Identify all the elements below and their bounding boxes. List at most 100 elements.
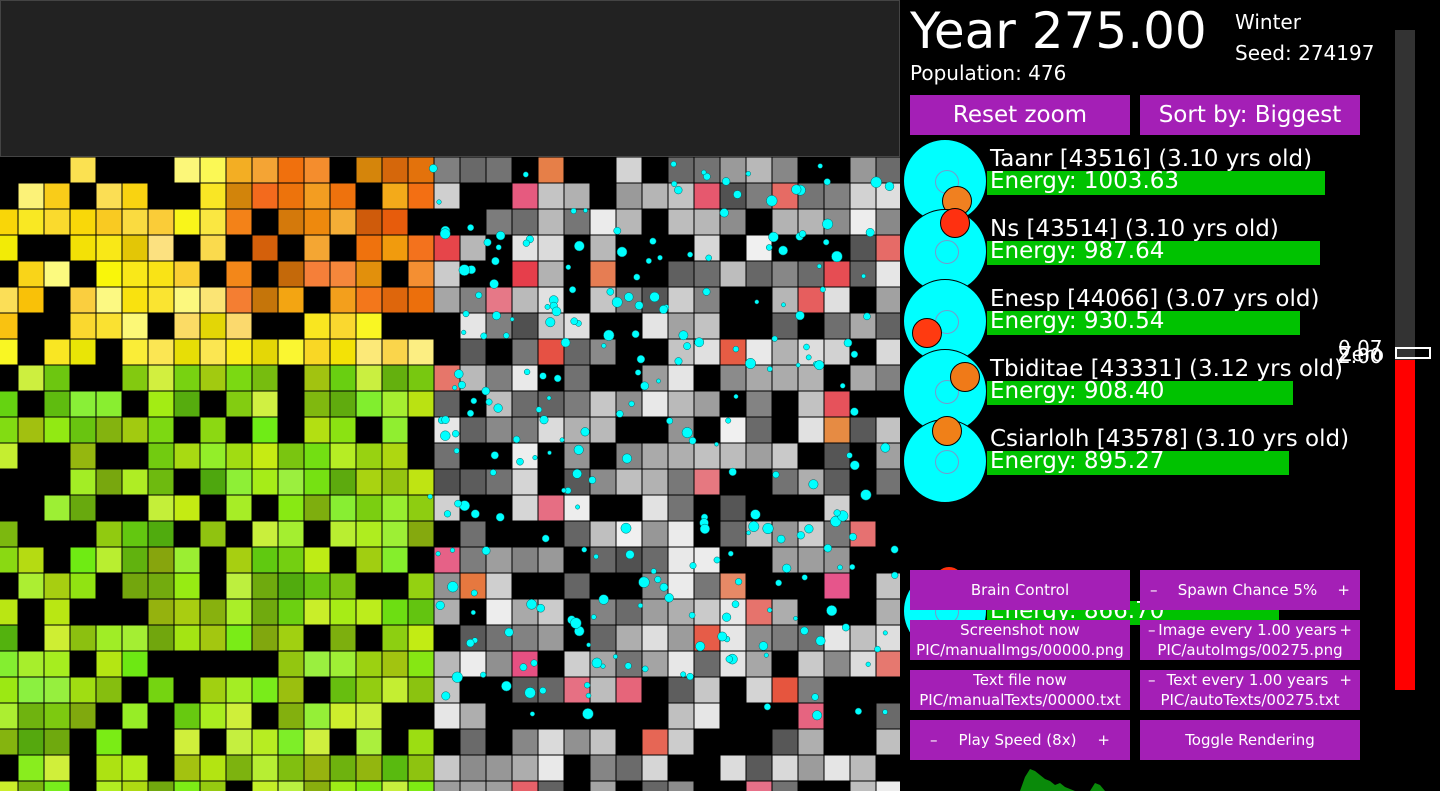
- sort-by-button[interactable]: Sort by: Biggest: [1140, 95, 1360, 135]
- creature-marker[interactable]: [664, 593, 674, 603]
- creature-marker[interactable]: [523, 368, 531, 376]
- creature-marker[interactable]: [811, 693, 819, 701]
- creature-marker[interactable]: [882, 709, 888, 715]
- creature-marker[interactable]: [489, 469, 497, 476]
- creature-marker[interactable]: [539, 415, 549, 425]
- creature-marker[interactable]: [745, 171, 751, 177]
- creature-marker[interactable]: [808, 479, 819, 490]
- creature-marker[interactable]: [475, 291, 483, 299]
- creature-marker[interactable]: [654, 576, 662, 583]
- creature-marker[interactable]: [436, 199, 442, 205]
- creature-marker[interactable]: [823, 239, 830, 246]
- creature-marker[interactable]: [570, 207, 577, 215]
- creature-marker[interactable]: [701, 169, 707, 176]
- creature-marker[interactable]: [732, 345, 740, 353]
- creature-marker[interactable]: [656, 378, 661, 384]
- creature-marker[interactable]: [492, 311, 501, 321]
- creature-marker[interactable]: [776, 534, 786, 544]
- creature-marker[interactable]: [612, 654, 618, 660]
- reset-zoom-button[interactable]: Reset zoom: [910, 95, 1130, 135]
- creature-marker[interactable]: [687, 251, 694, 258]
- creature-marker[interactable]: [553, 374, 562, 383]
- creature-card[interactable]: Taanr [43516] (3.10 yrs old) Energy: 100…: [900, 139, 1440, 223]
- creature-marker[interactable]: [678, 330, 689, 341]
- creature-marker[interactable]: [586, 642, 591, 648]
- creature-marker[interactable]: [833, 509, 841, 517]
- creature-marker[interactable]: [529, 711, 535, 717]
- creature-marker[interactable]: [580, 427, 590, 437]
- creature-marker[interactable]: [622, 453, 632, 464]
- creature-marker[interactable]: [674, 185, 683, 195]
- creature-marker[interactable]: [822, 218, 834, 230]
- creature-marker[interactable]: [817, 163, 823, 169]
- creature-marker[interactable]: [891, 571, 899, 579]
- creature-marker[interactable]: [633, 273, 641, 281]
- creature-marker[interactable]: [470, 397, 478, 405]
- creature-marker[interactable]: [504, 627, 514, 637]
- creature-marker[interactable]: [466, 638, 475, 648]
- creature-marker[interactable]: [791, 184, 802, 195]
- creature-marker[interactable]: [530, 659, 538, 667]
- creature-marker[interactable]: [440, 430, 451, 441]
- creature-marker[interactable]: [815, 635, 826, 646]
- creature-marker[interactable]: [620, 522, 632, 534]
- creature-marker[interactable]: [495, 230, 506, 241]
- creature-marker[interactable]: [670, 161, 677, 168]
- creature-marker[interactable]: [721, 177, 731, 186]
- creature-marker[interactable]: [451, 671, 463, 683]
- creature-marker[interactable]: [443, 510, 452, 518]
- creature-marker[interactable]: [659, 582, 669, 592]
- creature-marker[interactable]: [545, 317, 556, 328]
- creature-marker[interactable]: [532, 455, 538, 461]
- creature-marker[interactable]: [695, 641, 706, 652]
- play-speed-decrease-button[interactable]: –: [930, 731, 938, 749]
- creature-marker[interactable]: [758, 641, 769, 651]
- creature-marker[interactable]: [874, 645, 881, 653]
- creature-marker[interactable]: [491, 256, 500, 266]
- creature-marker[interactable]: [616, 246, 628, 258]
- creature-marker[interactable]: [801, 574, 808, 581]
- creature-marker[interactable]: [539, 372, 547, 380]
- creature-marker[interactable]: [441, 415, 450, 424]
- creature-marker[interactable]: [640, 381, 649, 391]
- creature-marker[interactable]: [860, 489, 872, 501]
- creature-marker[interactable]: [694, 337, 705, 348]
- creature-marker[interactable]: [526, 599, 537, 610]
- creature-marker[interactable]: [516, 457, 524, 466]
- creature-marker[interactable]: [762, 522, 774, 535]
- creature-marker[interactable]: [671, 180, 678, 187]
- toggle-rendering-button[interactable]: Toggle Rendering: [1140, 720, 1360, 760]
- creature-marker[interactable]: [584, 682, 591, 689]
- creature-marker[interactable]: [841, 623, 850, 632]
- image-interval-increase-button[interactable]: +: [1339, 620, 1352, 640]
- creature-marker[interactable]: [699, 523, 710, 534]
- creature-marker[interactable]: [782, 563, 792, 573]
- creature-marker[interactable]: [865, 661, 871, 667]
- creature-marker[interactable]: [725, 417, 732, 424]
- creature-marker[interactable]: [547, 450, 552, 456]
- creature-marker[interactable]: [493, 403, 503, 413]
- creature-marker[interactable]: [714, 441, 719, 447]
- creature-marker[interactable]: [861, 273, 866, 279]
- creature-marker[interactable]: [666, 417, 674, 425]
- creature-marker[interactable]: [435, 600, 445, 610]
- creature-marker[interactable]: [624, 292, 634, 302]
- creature-marker[interactable]: [536, 603, 545, 613]
- creature-marker[interactable]: [796, 531, 805, 540]
- creature-marker[interactable]: [561, 487, 567, 493]
- creature-marker[interactable]: [823, 544, 832, 553]
- creature-marker[interactable]: [593, 553, 599, 560]
- creature-marker[interactable]: [870, 176, 882, 188]
- creature-marker[interactable]: [512, 435, 521, 444]
- creature-marker[interactable]: [848, 532, 857, 541]
- creature-marker[interactable]: [535, 406, 543, 413]
- creature-marker[interactable]: [719, 208, 729, 218]
- creature-marker[interactable]: [733, 394, 739, 399]
- creature-marker[interactable]: [649, 291, 660, 303]
- creature-marker[interactable]: [688, 436, 697, 445]
- creature-marker[interactable]: [793, 616, 798, 621]
- creature-marker[interactable]: [581, 546, 588, 553]
- creature-marker[interactable]: [572, 468, 582, 479]
- creature-marker[interactable]: [447, 581, 459, 593]
- creature-marker[interactable]: [705, 254, 712, 262]
